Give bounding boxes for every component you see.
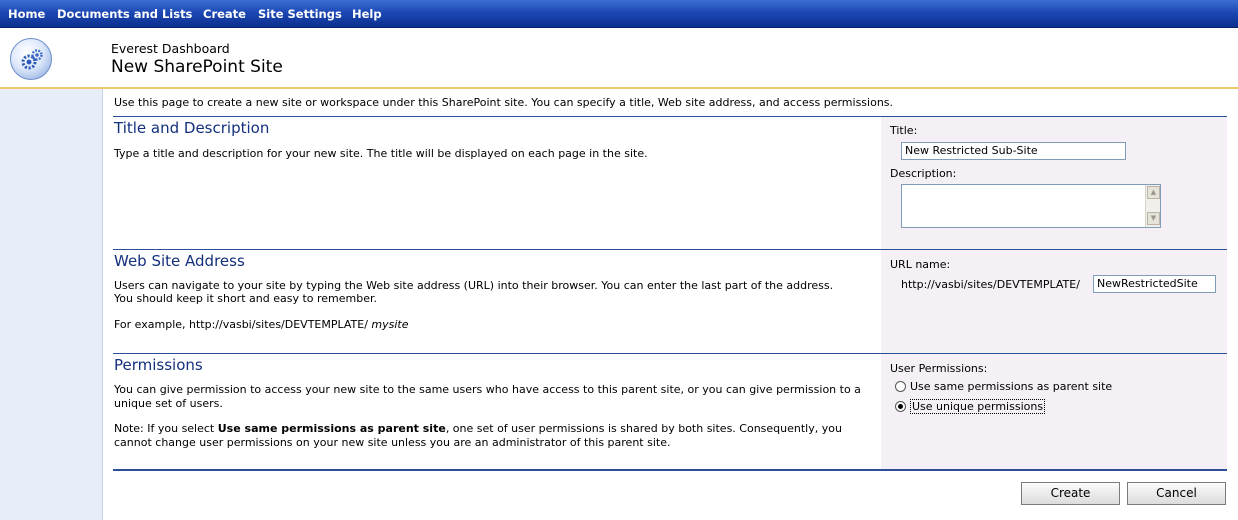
title-description-text: Type a title and description for your ne… <box>114 147 648 160</box>
same-permissions-label: Use same permissions as parent site <box>910 380 1113 393</box>
url-name-label: URL name: <box>890 258 951 271</box>
same-permissions-option[interactable]: Use same permissions as parent site <box>895 380 1112 393</box>
user-permissions-label: User Permissions: <box>890 362 988 375</box>
sharepoint-gears-icon <box>10 38 52 80</box>
same-permissions-radio[interactable] <box>895 381 906 392</box>
url-example-prefix: For example, http://vasbi/sites/DEVTEMPL… <box>114 318 368 331</box>
scroll-up-icon[interactable]: ▲ <box>1147 186 1160 199</box>
page-title: New SharePoint Site <box>111 57 283 77</box>
page-description: Use this page to create a new site or wo… <box>114 96 894 109</box>
web-site-address-heading: Web Site Address <box>114 252 245 270</box>
url-name-input[interactable]: NewRestrictedSite <box>1093 275 1216 293</box>
unique-permissions-option[interactable]: Use unique permissions <box>895 399 1046 414</box>
url-example-suffix: mysite <box>371 318 409 331</box>
header-divider <box>0 87 1238 89</box>
url-example: For example, http://vasbi/sites/DEVTEMPL… <box>114 318 874 332</box>
nav-help-link[interactable]: Help <box>352 7 382 21</box>
section-divider <box>113 353 1227 354</box>
description-label: Description: <box>890 167 957 180</box>
unique-permissions-radio[interactable] <box>895 401 906 412</box>
nav-home-link[interactable]: Home <box>8 7 45 21</box>
title-input[interactable]: New Restricted Sub-Site <box>901 142 1126 160</box>
cancel-button[interactable]: Cancel <box>1127 482 1226 505</box>
web-site-address-text-line1: Users can navigate to your site by typin… <box>114 279 834 292</box>
nav-create-link[interactable]: Create <box>203 7 246 21</box>
unique-permissions-label: Use unique permissions <box>910 399 1046 414</box>
section-divider <box>113 249 1227 250</box>
title-label: Title: <box>890 124 918 137</box>
logo-area <box>0 28 102 88</box>
nav-documents-and-lists-link[interactable]: Documents and Lists <box>57 7 192 21</box>
permissions-note: Note: If you select Use same permissions… <box>114 422 874 450</box>
web-site-address-text-line2: You should keep it short and easy to rem… <box>114 292 378 305</box>
permissions-note-prefix: Note: If you select <box>114 422 218 435</box>
title-fields-panel <box>881 117 1227 249</box>
permissions-text: You can give permission to access your n… <box>114 383 861 410</box>
section-divider <box>113 116 1227 117</box>
section-divider <box>113 469 1227 471</box>
left-navigation-pane <box>0 89 103 520</box>
create-button[interactable]: Create <box>1021 482 1120 505</box>
permissions-heading: Permissions <box>114 356 203 374</box>
site-name: Everest Dashboard <box>111 41 230 56</box>
description-scrollbar[interactable]: ▲ ▼ <box>1145 185 1160 227</box>
top-navigation-bar: Home Documents and Lists Create Site Set… <box>0 0 1238 28</box>
scroll-down-icon[interactable]: ▼ <box>1147 212 1160 225</box>
permissions-note-bold: Use same permissions as parent site <box>217 422 446 435</box>
description-textarea[interactable]: ▲ ▼ <box>901 184 1161 228</box>
url-prefix: http://vasbi/sites/DEVTEMPLATE/ <box>901 278 1080 291</box>
nav-site-settings-link[interactable]: Site Settings <box>258 7 342 21</box>
title-description-heading: Title and Description <box>114 119 270 137</box>
